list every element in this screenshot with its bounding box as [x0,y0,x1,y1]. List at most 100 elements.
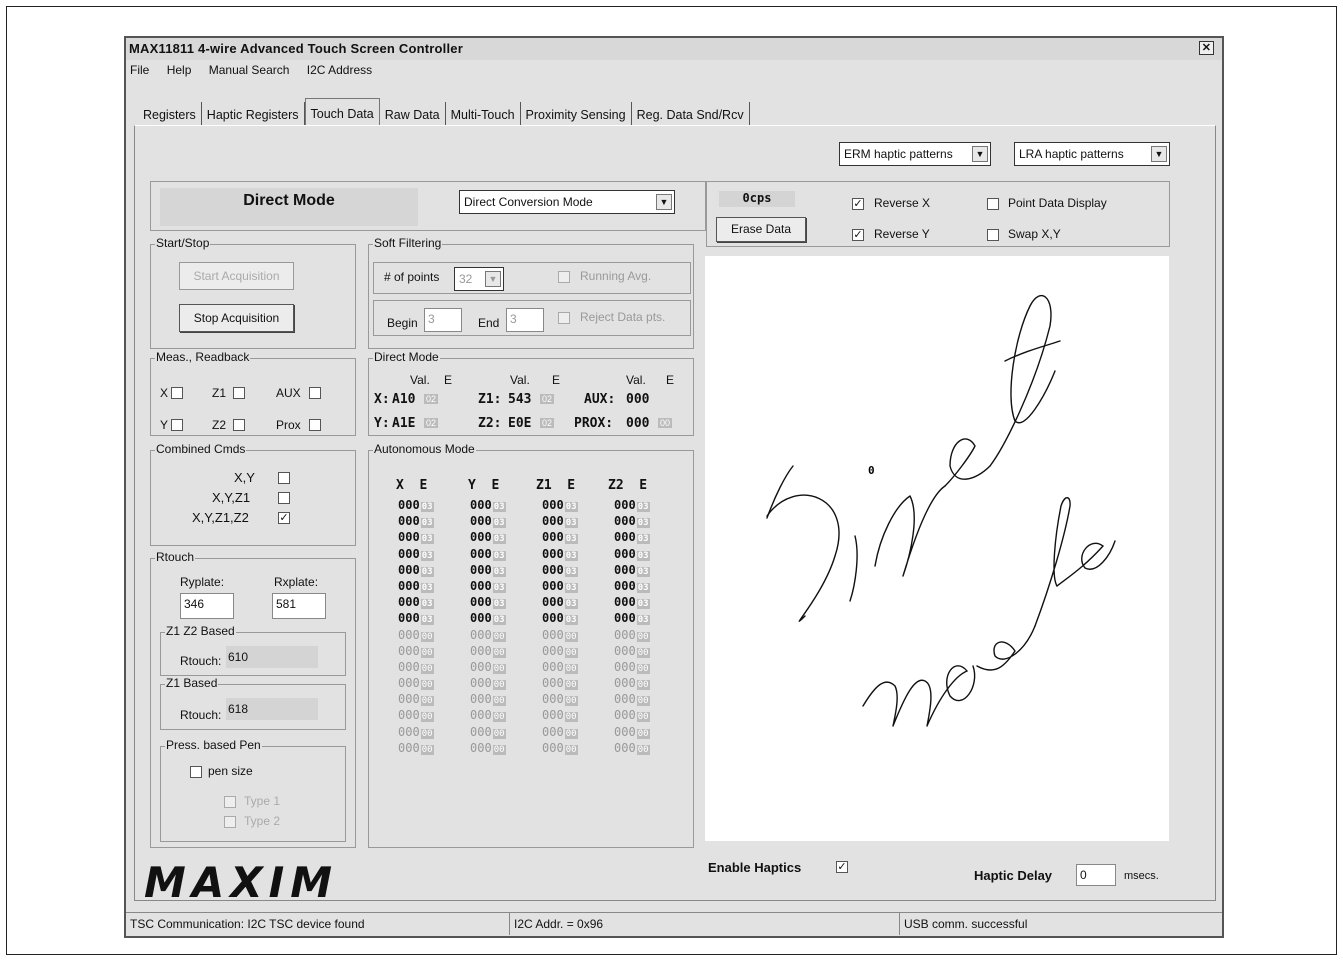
points-select[interactable]: 32 ▼ [454,267,504,291]
close-icon[interactable]: ✕ [1199,41,1214,55]
rxplate-input[interactable]: 581 [272,593,326,619]
type2-checkbox[interactable] [224,816,236,828]
autonomous-row: 000 03 000 03 000 03 000 03 [378,530,678,546]
menu-file[interactable]: File [130,63,149,77]
tab-multi-touch[interactable]: Multi-Touch [446,102,521,126]
autonomous-cell-value: 000 [542,546,564,561]
meas-x-checkbox[interactable] [171,387,183,399]
meas-prox-label: Prox [276,418,301,432]
pen-size-checkbox[interactable] [190,766,202,778]
autonomous-cell: 000 00 [522,725,594,741]
cps-readout: 0cps [719,191,795,207]
start-acquisition-button[interactable]: Start Acquisition [179,262,294,290]
autonomous-cell: 000 03 [450,595,522,611]
autonomous-row: 000 03 000 03 000 03 000 03 [378,563,678,579]
end-input[interactable]: 3 [506,308,544,332]
erm-patterns-select[interactable]: ERM haptic patterns ▼ [839,142,991,166]
type1-checkbox[interactable] [224,796,236,808]
app-window: MAX11811 4-wire Advanced Touch Screen Co… [124,36,1224,938]
autonomous-cell-flag: 03 [636,582,650,593]
meas-x-label: X [160,386,169,400]
autonomous-cell-value: 000 [398,530,420,545]
autonomous-cell: 000 03 [378,563,450,579]
autonomous-cell-value: 000 [614,724,636,739]
autonomous-cell-flag: 00 [420,712,434,723]
ryplate-label: Ryplate: [180,575,225,589]
autonomous-cell-flag: 00 [492,744,506,755]
meas-aux-checkbox[interactable] [309,387,321,399]
meas-z2-checkbox[interactable] [233,419,245,431]
autonomous-cell-value: 000 [398,514,420,529]
point-data-checkbox[interactable] [987,198,999,210]
menu-manual-search[interactable]: Manual Search [209,63,290,77]
meas-y-checkbox[interactable] [171,419,183,431]
autonomous-cell-flag: 03 [492,582,506,593]
tab-touch-data[interactable]: Touch Data [304,98,380,126]
autonomous-cell-flag: 00 [564,680,578,691]
combined-xyz1-checkbox[interactable] [278,492,290,504]
meas-z2-label: Z2 [212,418,227,432]
autonomous-cell-value: 000 [398,627,420,642]
autonomous-cell: 000 03 [378,530,450,546]
autonomous-cell: 000 00 [594,692,666,708]
autonomous-cell: 000 00 [450,644,522,660]
autonomous-cell-flag: 03 [492,502,506,512]
direct-mode-label: Direct Mode [373,350,440,364]
direct-z1-label: Z1: [478,392,502,407]
haptic-delay-input[interactable]: 0 [1076,864,1116,886]
start-stop-group: Start/Stop [150,236,356,349]
autonomous-cell: 000 00 [378,628,450,644]
autonomous-row: 000 00 000 00 000 00 000 00 [378,741,678,757]
combined-cmds-label: Combined Cmds [155,442,247,456]
meas-prox-checkbox[interactable] [309,419,321,431]
autonomous-cell-value: 000 [398,562,420,577]
menu-i2c-address[interactable]: I2C Address [307,63,372,77]
menu-help[interactable]: Help [167,63,192,77]
ryplate-input[interactable]: 346 [180,593,234,619]
autonomous-cell: 000 00 [450,708,522,724]
z1-rtouch-label: Rtouch: [180,708,222,722]
type1-label: Type 1 [244,794,281,808]
direct-x-label: X: [374,392,390,407]
autonomous-cell-flag: 03 [564,599,578,610]
autonomous-cell-flag: 03 [420,599,434,610]
erase-data-button[interactable]: Erase Data [716,217,806,242]
drawing-canvas[interactable]: 0 [705,256,1169,841]
tab-raw-data[interactable]: Raw Data [380,102,446,126]
enable-haptics-label: Enable Haptics [708,860,802,875]
combined-cmds-group: Combined Cmds [150,442,356,546]
autonomous-cell-flag: 03 [492,550,506,561]
tab-haptic-registers[interactable]: Haptic Registers [202,102,305,126]
reject-data-checkbox[interactable] [558,312,570,324]
autonomous-cell: 000 03 [594,563,666,579]
running-avg-checkbox[interactable] [558,271,570,283]
begin-input[interactable]: 3 [424,308,462,332]
stop-acquisition-button[interactable]: Stop Acquisition [179,304,294,332]
swap-xy-checkbox[interactable] [987,229,999,241]
reverse-x-checkbox[interactable]: ✓ [852,198,864,210]
autonomous-cell-value: 000 [542,676,564,691]
autonomous-cell-flag: 00 [564,663,578,674]
meas-z1-checkbox[interactable] [233,387,245,399]
autonomous-cell-value: 000 [398,578,420,593]
direct-e-header-1: E [444,373,453,387]
autonomous-cell-value: 000 [542,514,564,529]
autonomous-cell: 000 00 [522,692,594,708]
autonomous-row: 000 00 000 00 000 00 000 00 [378,708,678,724]
tab-reg-data[interactable]: Reg. Data Snd/Rcv [632,102,750,126]
conversion-mode-select[interactable]: Direct Conversion Mode ▼ [459,190,675,214]
tab-registers[interactable]: Registers [138,102,202,126]
combined-xy-checkbox[interactable] [278,472,290,484]
autonomous-cell-flag: 03 [492,599,506,610]
lra-patterns-select[interactable]: LRA haptic patterns ▼ [1014,142,1170,166]
z1-rtouch-value: 618 [226,698,318,720]
tab-proximity-sensing[interactable]: Proximity Sensing [521,102,632,126]
reverse-y-checkbox[interactable]: ✓ [852,229,864,241]
combined-xyz1z2-checkbox[interactable]: ✓ [278,512,290,524]
autonomous-cell-flag: 03 [420,502,434,512]
enable-haptics-checkbox[interactable]: ✓ [836,861,848,873]
autonomous-cell-flag: 03 [564,615,578,626]
chevron-down-icon: ▼ [1151,146,1167,162]
status-tsc: TSC Communication: I2C TSC device found [126,913,510,935]
autonomous-cell-value: 000 [470,676,492,691]
